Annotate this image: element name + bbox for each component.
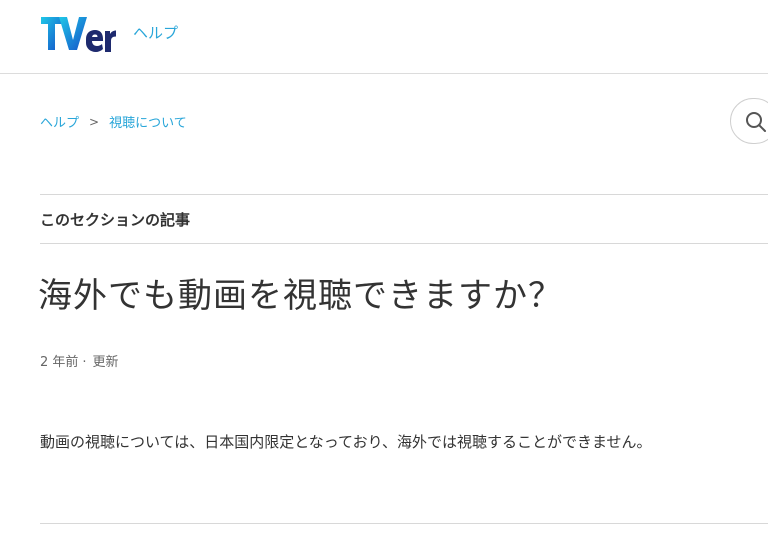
breadcrumb-separator: > [89, 114, 100, 129]
article-title: 海外でも動画を視聴できますか？ [38, 276, 563, 316]
breadcrumb-viewing[interactable]: 視聴について [109, 112, 187, 131]
divider [40, 194, 768, 195]
search-button[interactable] [730, 98, 768, 144]
tver-logo[interactable] [40, 12, 120, 56]
search-icon [746, 112, 766, 132]
site-header: ヘルプ [0, 0, 768, 74]
article-meta: 2 年前 · 更新 [40, 351, 119, 370]
section-articles-heading[interactable]: このセクションの記事 [40, 209, 190, 230]
article-updated: 更新 [92, 355, 119, 370]
help-link[interactable]: ヘルプ [133, 22, 178, 43]
article-body: 動画の視聴については、日本国内限定となっており、海外では視聴することができません… [40, 433, 652, 451]
breadcrumb: ヘルプ > 視聴について [40, 112, 187, 132]
divider [40, 523, 768, 524]
article-time: 2 年前 [40, 355, 79, 370]
divider [40, 243, 768, 244]
breadcrumb-help[interactable]: ヘルプ [40, 112, 79, 131]
meta-dot: · [82, 355, 87, 370]
